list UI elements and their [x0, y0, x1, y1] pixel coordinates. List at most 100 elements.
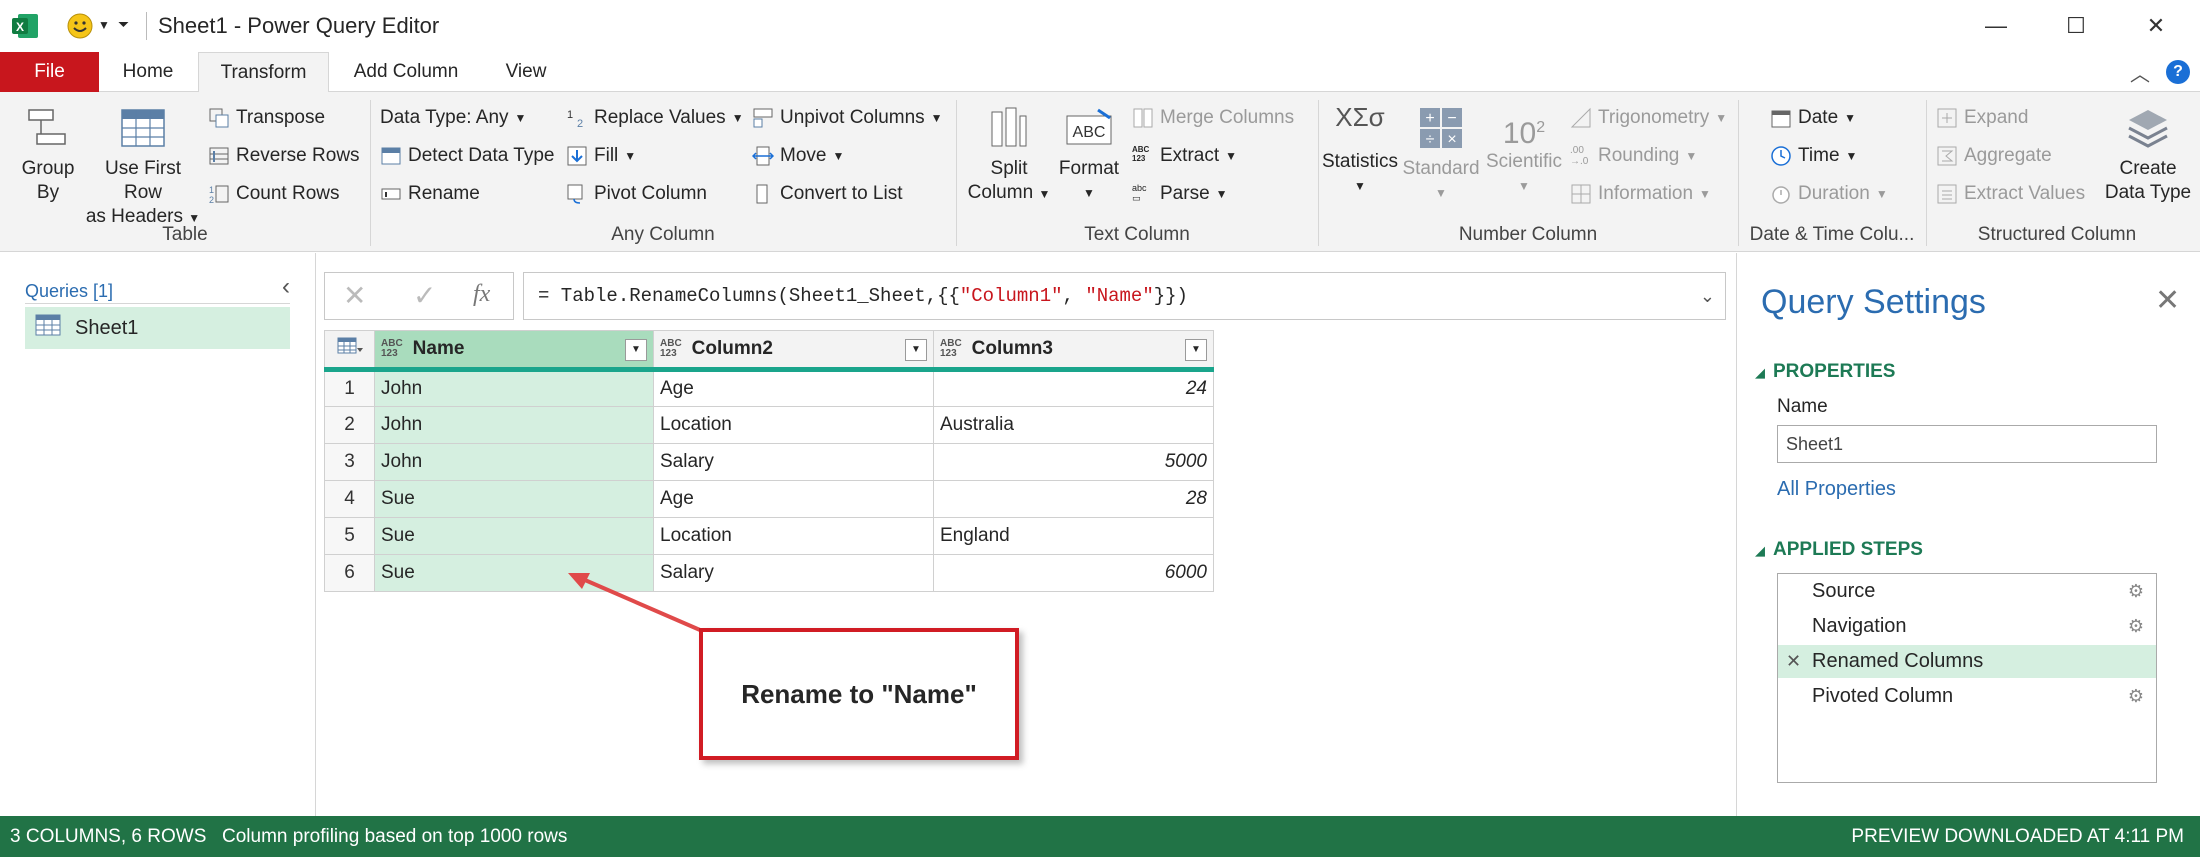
standard-button[interactable]: + − ÷ × Standard ▼ [1402, 106, 1480, 205]
step-renamed-columns[interactable]: ✕ Renamed Columns [1778, 645, 2156, 678]
cell-column3[interactable]: 24 [933, 369, 1214, 407]
gear-icon[interactable]: ⚙ [2128, 575, 2144, 608]
tab-home[interactable]: Home [108, 52, 188, 92]
time-button[interactable]: Time ▼ [1770, 142, 1857, 170]
duration-button[interactable]: Duration ▼ [1770, 180, 1888, 208]
query-item-sheet1[interactable]: Sheet1 [25, 307, 290, 349]
pivot-column-button[interactable]: Pivot Column [566, 180, 707, 208]
cell-column2[interactable]: Age [653, 369, 934, 407]
table-row[interactable]: 5 Sue Location England [324, 517, 1214, 555]
group-by-button[interactable]: Group By [16, 106, 80, 205]
cell-name[interactable]: John [374, 406, 654, 444]
minimize-button[interactable]: — [1966, 8, 2026, 44]
smiley-feedback-icon[interactable] [66, 12, 94, 40]
create-data-type-button[interactable]: Create Data Type [2098, 106, 2198, 205]
close-icon[interactable]: ✕ [2155, 283, 2180, 318]
cell-column2[interactable]: Salary [653, 443, 934, 481]
count-rows-button[interactable]: 12 Count Rows [208, 180, 340, 208]
rename-button[interactable]: Rename [380, 180, 480, 208]
status-profiling[interactable]: Column profiling based on top 1000 rows [222, 816, 567, 857]
merge-columns-button[interactable]: Merge Columns [1132, 104, 1294, 132]
column-header-column2[interactable]: ABC 123 Column2 ▼ [653, 330, 934, 372]
cell-column3[interactable]: 5000 [933, 443, 1214, 481]
confirm-formula-icon[interactable]: ✓ [413, 279, 436, 312]
scientific-button[interactable]: 102 Scientific ▼ [1482, 106, 1566, 198]
cell-name[interactable]: John [374, 443, 654, 481]
fill-down-icon [566, 145, 588, 167]
convert-to-list-button[interactable]: Convert to List [752, 180, 903, 208]
cell-column3[interactable]: 28 [933, 480, 1214, 518]
data-type-dropdown[interactable]: Data Type: Any ▼ [380, 104, 526, 132]
close-button[interactable]: ✕ [2126, 8, 2186, 44]
collapse-ribbon-icon[interactable]: ︿ [2130, 58, 2150, 87]
formula-input[interactable]: = Table.RenameColumns(Sheet1_Sheet,{{"Co… [523, 272, 1726, 320]
tab-view[interactable]: View [486, 52, 566, 92]
svg-text:2: 2 [209, 195, 214, 205]
fill-button[interactable]: Fill ▼ [566, 142, 636, 170]
step-pivoted-column[interactable]: Pivoted Column ⚙ [1778, 680, 2156, 713]
table-menu-button[interactable] [324, 330, 375, 372]
fx-icon[interactable]: fx [473, 281, 490, 308]
maximize-button[interactable]: ☐ [2046, 8, 2106, 44]
table-row[interactable]: 6 Sue Salary 6000 [324, 554, 1214, 592]
quick-access-customize-icon[interactable]: ⏷ [118, 16, 129, 33]
cell-column2[interactable]: Age [653, 480, 934, 518]
replace-values-button[interactable]: 12 Replace Values ▼ [566, 104, 744, 132]
format-button[interactable]: ABC Format ▼ [1056, 106, 1122, 205]
rounding-button[interactable]: .00 →.0 Rounding ▼ [1570, 142, 1697, 170]
cell-column3[interactable]: 6000 [933, 554, 1214, 592]
expand-formula-icon[interactable]: ⌄ [1700, 273, 1715, 319]
unpivot-columns-button[interactable]: Unpivot Columns ▼ [752, 104, 943, 132]
reverse-rows-button[interactable]: Reverse Rows [208, 142, 360, 170]
step-navigation[interactable]: Navigation ⚙ [1778, 610, 2156, 643]
detect-data-type-button[interactable]: Detect Data Type [380, 142, 554, 170]
table-row[interactable]: 2 John Location Australia [324, 406, 1214, 444]
move-button[interactable]: Move ▼ [751, 142, 844, 170]
applied-steps-section[interactable]: ◢ APPLIED STEPS [1755, 539, 1923, 561]
parse-button[interactable]: abc ▭ Parse ▼ [1132, 180, 1228, 208]
cell-column2[interactable]: Location [653, 406, 934, 444]
cell-column2[interactable]: Location [653, 517, 934, 555]
collapse-pane-icon[interactable]: ‹ [282, 273, 290, 301]
formula-separator: , [1062, 285, 1086, 307]
information-button[interactable]: Information ▼ [1570, 180, 1711, 208]
query-name-input[interactable]: Sheet1 [1777, 425, 2157, 463]
extract-values-button[interactable]: Extract Values [1936, 180, 2085, 208]
expand-button[interactable]: Expand [1936, 104, 2028, 132]
group-label-number-column: Number Column [1458, 224, 1598, 245]
tab-add-column[interactable]: Add Column [340, 52, 472, 92]
cell-column3[interactable]: Australia [933, 406, 1214, 444]
gear-icon[interactable]: ⚙ [2128, 680, 2144, 713]
tab-transform[interactable]: Transform [198, 52, 329, 93]
delete-step-icon[interactable]: ✕ [1786, 645, 1801, 678]
transpose-button[interactable]: Transpose [208, 104, 325, 132]
date-button[interactable]: Date ▼ [1770, 104, 1856, 132]
cell-name[interactable]: John [374, 369, 654, 407]
table-row[interactable]: 1 John Age 24 [324, 369, 1214, 407]
filter-dropdown-icon[interactable]: ▼ [1185, 339, 1207, 361]
statistics-button[interactable]: XΣσ Statistics ▼ [1320, 104, 1400, 198]
split-column-button[interactable]: Split Column ▼ [964, 106, 1054, 206]
transpose-label: Transpose [236, 107, 326, 128]
table-row[interactable]: 4 Sue Age 28 [324, 480, 1214, 518]
gear-icon[interactable]: ⚙ [2128, 610, 2144, 643]
chevron-down-icon[interactable]: ▼ [98, 18, 110, 32]
properties-section[interactable]: ◢ PROPERTIES [1755, 361, 1895, 383]
column-header-column3[interactable]: ABC 123 Column3 ▼ [933, 330, 1214, 372]
cell-column3[interactable]: England [933, 517, 1214, 555]
cell-name[interactable]: Sue [374, 517, 654, 555]
cell-name[interactable]: Sue [374, 480, 654, 518]
extract-button[interactable]: ABC 123 Extract ▼ [1132, 142, 1237, 170]
trigonometry-button[interactable]: Trigonometry ▼ [1570, 104, 1727, 132]
use-first-row-button[interactable]: Use First Row as Headers ▼ [84, 106, 202, 230]
cancel-formula-icon[interactable]: ✕ [343, 279, 366, 312]
aggregate-button[interactable]: Aggregate [1936, 142, 2052, 170]
filter-dropdown-icon[interactable]: ▼ [625, 339, 647, 361]
tab-file[interactable]: File [0, 52, 99, 92]
all-properties-link[interactable]: All Properties [1777, 478, 1896, 501]
table-row[interactable]: 3 John Salary 5000 [324, 443, 1214, 481]
step-source[interactable]: Source ⚙ [1778, 575, 2156, 608]
help-icon[interactable]: ? [2166, 60, 2190, 84]
filter-dropdown-icon[interactable]: ▼ [905, 339, 927, 361]
column-header-name[interactable]: ABC 123 Name ▼ [374, 330, 654, 372]
